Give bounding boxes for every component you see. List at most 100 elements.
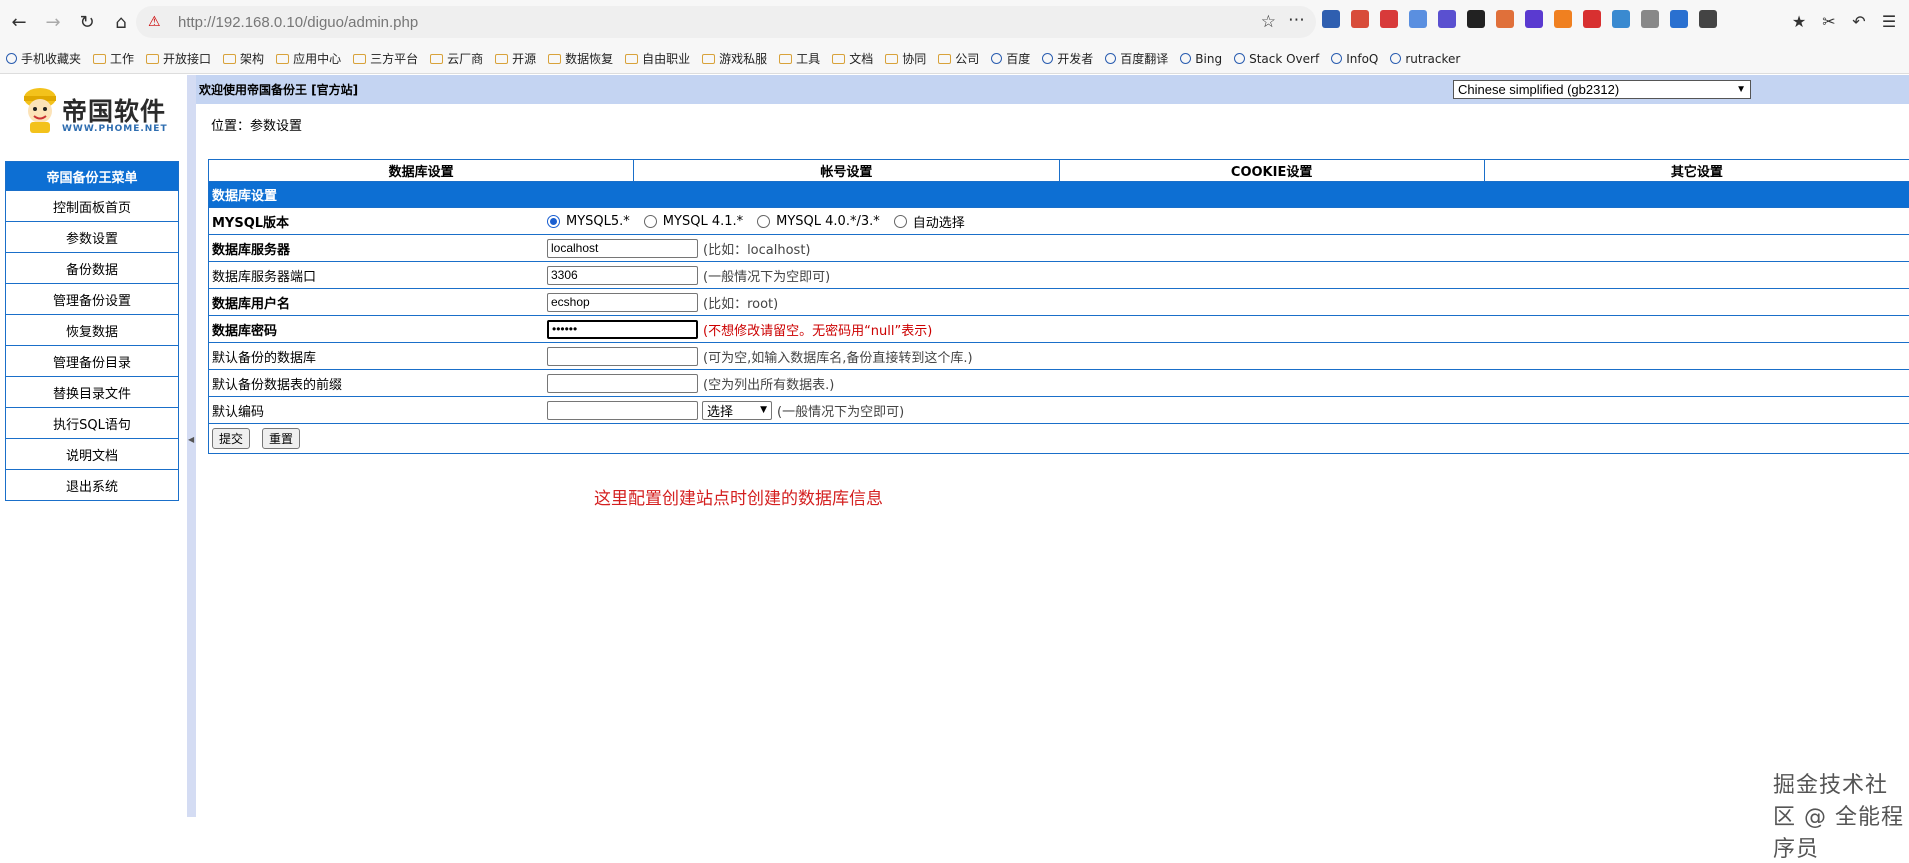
menu-item[interactable]: 参数设置 <box>6 221 178 252</box>
bookmark-item[interactable]: 开发者 <box>1042 50 1093 67</box>
mysql-version-radio[interactable]: MYSQL 4.0.*/3.* <box>757 214 880 229</box>
language-select[interactable]: Chinese simplified (gb2312) ▼ <box>1453 80 1751 99</box>
reload-button[interactable]: ↻ <box>72 7 102 37</box>
bookmark-label: 手机收藏夹 <box>21 52 82 66</box>
radio-button[interactable] <box>547 214 560 228</box>
server-input[interactable] <box>547 238 698 258</box>
settings-tab[interactable]: 其它设置 <box>1485 160 1909 181</box>
extension-icon[interactable] <box>1496 10 1514 28</box>
logo-title: 帝国软件 <box>62 97 167 126</box>
scissors-icon[interactable]: ✂ <box>1814 8 1844 34</box>
collapse-arrow-icon[interactable]: ◀ <box>188 435 194 444</box>
extension-icon[interactable] <box>1699 10 1717 28</box>
bookmark-item[interactable]: 协同 <box>885 50 926 67</box>
extension-icon[interactable] <box>1612 10 1630 28</box>
bookmark-item[interactable]: 自由职业 <box>625 50 690 67</box>
radio-button[interactable] <box>893 214 907 228</box>
extension-icon[interactable] <box>1670 10 1688 28</box>
mysql-version-radio[interactable]: MYSQL5.* <box>547 214 630 229</box>
folder-icon <box>353 53 367 64</box>
menu-item[interactable]: 说明文档 <box>6 438 178 469</box>
table-prefix-input[interactable] <box>547 373 698 393</box>
bookmark-item[interactable]: 开放接口 <box>146 50 211 67</box>
bookmark-item[interactable]: 开源 <box>495 50 536 67</box>
extension-icon[interactable] <box>1583 10 1601 28</box>
frame-splitter[interactable]: ◀ <box>187 75 196 817</box>
undo-icon[interactable]: ↶ <box>1844 8 1874 34</box>
server-row: 数据库服务器 (比如：localhost) <box>209 234 1909 261</box>
mysql-version-radio[interactable]: MYSQL 4.1.* <box>643 213 744 229</box>
charset-input[interactable] <box>547 400 698 420</box>
settings-tab[interactable]: 帐号设置 <box>634 160 1060 181</box>
bookmark-item[interactable]: 应用中心 <box>276 50 341 67</box>
top-bar: 欢迎使用帝国备份王 [官方站] Chinese simplified (gb23… <box>196 75 1909 104</box>
mysql-version-radio[interactable]: 自动选择 <box>893 212 965 231</box>
extension-icon[interactable] <box>1467 10 1485 28</box>
bookmark-label: 公司 <box>955 52 980 66</box>
default-db-row: 默认备份的数据库 (可为空,如输入数据库名,备份直接转到这个库.) <box>209 342 1909 369</box>
bookmark-label: 数据恢复 <box>565 52 614 66</box>
bookmark-item[interactable]: 文档 <box>832 50 873 67</box>
favorites-icon[interactable]: ★ <box>1784 8 1814 34</box>
bookmark-item[interactable]: 百度 <box>991 50 1030 67</box>
menu-item[interactable]: 替换目录文件 <box>6 376 178 407</box>
back-button[interactable]: ← <box>4 7 34 37</box>
radio-button[interactable] <box>757 214 771 228</box>
extension-icon[interactable] <box>1322 10 1340 28</box>
extension-icon[interactable] <box>1438 10 1456 28</box>
bookmark-item[interactable]: 三方平台 <box>353 50 418 67</box>
menu-item[interactable]: 控制面板首页 <box>6 190 178 221</box>
mobile-icon <box>6 53 17 64</box>
menu-item[interactable]: 恢复数据 <box>6 314 178 345</box>
bookmark-item[interactable]: Bing <box>1180 52 1222 66</box>
menu-item[interactable]: 退出系统 <box>6 469 178 500</box>
username-input[interactable] <box>547 292 698 312</box>
more-icon[interactable]: ⋯ <box>1288 10 1306 30</box>
radio-button[interactable] <box>643 214 657 228</box>
extension-icon[interactable] <box>1380 10 1398 28</box>
home-button[interactable]: ⌂ <box>106 7 136 37</box>
extension-icon[interactable] <box>1641 10 1659 28</box>
bookmark-item[interactable]: 工作 <box>93 50 134 67</box>
bookmark-item[interactable]: 公司 <box>938 50 979 67</box>
submit-button[interactable]: 提交 <box>212 428 251 449</box>
logo[interactable]: 帝国软件 WWW.PHOME.NET <box>18 78 168 140</box>
bookmark-item[interactable]: rutracker <box>1390 52 1460 66</box>
bookmark-item[interactable]: 游戏私服 <box>702 50 767 67</box>
settings-tabs: 数据库设置 帐号设置 COOKIE设置 其它设置 <box>208 159 1909 182</box>
bookmark-label: 工作 <box>110 52 135 66</box>
bookmark-star-icon[interactable]: ☆ <box>1261 12 1276 32</box>
bookmark-item[interactable]: Stack Overf <box>1234 52 1319 66</box>
menu-icon[interactable]: ☰ <box>1874 8 1904 34</box>
menu-item[interactable]: 执行SQL语句 <box>6 407 178 438</box>
folder-icon <box>938 53 952 64</box>
settings-tab[interactable]: COOKIE设置 <box>1060 160 1485 181</box>
forward-button[interactable]: → <box>38 7 68 37</box>
menu-item[interactable]: 备份数据 <box>6 252 178 283</box>
bookmark-item[interactable]: 手机收藏夹 <box>6 50 81 67</box>
bookmark-item[interactable]: 架构 <box>223 50 264 67</box>
extension-icon[interactable] <box>1409 10 1427 28</box>
radio-label: MYSQL 4.1.* <box>662 213 744 229</box>
default-db-input[interactable] <box>547 346 698 366</box>
extension-icon[interactable] <box>1351 10 1369 28</box>
password-input[interactable] <box>547 319 698 339</box>
url-text[interactable]: http://192.168.0.10/diguo/admin.php <box>178 14 418 31</box>
menu-item[interactable]: 管理备份设置 <box>6 283 178 314</box>
welcome-text: 欢迎使用帝国备份王 [官方站] <box>199 83 359 97</box>
extension-icon[interactable] <box>1554 10 1572 28</box>
bookmark-item[interactable]: 工具 <box>779 50 820 67</box>
password-row: 数据库密码 (不想修改请留空。无密码用“null”表示) <box>209 315 1909 342</box>
port-input[interactable] <box>547 265 698 285</box>
bookmark-item[interactable]: 数据恢复 <box>548 50 613 67</box>
charset-select[interactable]: 选择 ▼ <box>702 400 772 420</box>
settings-tab[interactable]: 数据库设置 <box>209 160 635 181</box>
menu-item[interactable]: 管理备份目录 <box>6 345 178 376</box>
bookmark-item[interactable]: 云厂商 <box>430 50 483 67</box>
bookmark-item[interactable]: 百度翻译 <box>1105 50 1168 67</box>
extension-icon[interactable] <box>1525 10 1543 28</box>
bookmark-item[interactable]: InfoQ <box>1331 52 1378 66</box>
address-bar[interactable]: ⚠ http://192.168.0.10/diguo/admin.php ☆ … <box>136 6 1316 38</box>
reset-button[interactable]: 重置 <box>262 428 301 449</box>
folder-icon <box>223 53 237 64</box>
